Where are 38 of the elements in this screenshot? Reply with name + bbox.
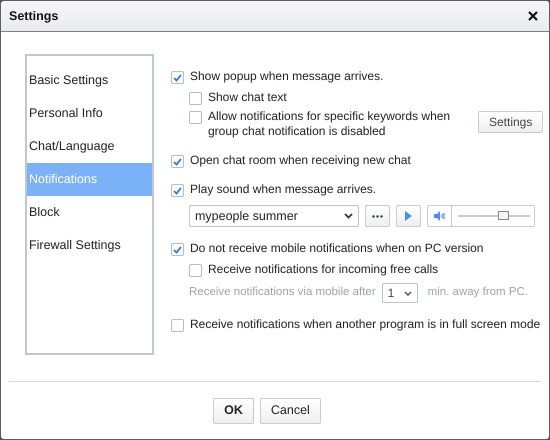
checkbox[interactable] xyxy=(171,184,184,197)
checkbox[interactable] xyxy=(171,319,184,332)
option-label: Open chat room when receiving new chat xyxy=(190,153,411,168)
delay-label: Receive notifications via mobile after xyxy=(189,285,376,300)
checkbox[interactable] xyxy=(171,71,184,84)
chevron-down-icon xyxy=(404,290,412,296)
checkbox[interactable] xyxy=(189,264,202,277)
speaker-icon xyxy=(434,211,446,221)
sound-dropdown[interactable]: mypeople summer xyxy=(189,205,359,227)
option-label: Allow notifications for specific keywords when group chat notification is disabled xyxy=(208,109,452,139)
sidebar-item[interactable]: Firewall Settings xyxy=(27,229,152,262)
close-icon xyxy=(528,11,538,21)
checkbox[interactable] xyxy=(171,155,184,168)
dialog-button[interactable]: OK xyxy=(213,398,254,424)
sidebar-item[interactable]: Block xyxy=(27,196,152,229)
option-label: Receive notifications when another program is in full screen mode xyxy=(190,317,540,332)
checkbox[interactable] xyxy=(171,243,184,256)
dialog-button[interactable]: Cancel xyxy=(260,398,321,424)
option-label: Show popup when message arrives. xyxy=(190,69,384,84)
volume-thumb[interactable] xyxy=(498,211,509,220)
window-title: Settings xyxy=(9,8,58,25)
volume-control[interactable] xyxy=(427,205,535,227)
option-label: Show chat text xyxy=(208,90,287,105)
option-label: Play sound when message arrives. xyxy=(190,182,376,197)
option-label: Do not receive mobile notifications when on PC version xyxy=(190,241,484,256)
settings-button[interactable]: Settings xyxy=(478,111,544,133)
play-button[interactable] xyxy=(396,205,421,227)
chevron-down-icon xyxy=(344,213,353,219)
more-button[interactable] xyxy=(365,205,390,227)
sidebar-item[interactable]: Personal Info xyxy=(27,97,152,130)
checkbox[interactable] xyxy=(189,92,202,105)
sidebar-item[interactable]: Chat/Language xyxy=(27,130,152,163)
delay-suffix: min. away from PC. xyxy=(428,285,528,300)
checkbox[interactable] xyxy=(189,111,202,124)
option-label: Receive notifications for incoming free calls xyxy=(208,262,438,277)
sidebar-item[interactable]: Basic Settings xyxy=(27,64,152,97)
dots-icon xyxy=(372,214,383,218)
play-icon xyxy=(405,211,412,221)
